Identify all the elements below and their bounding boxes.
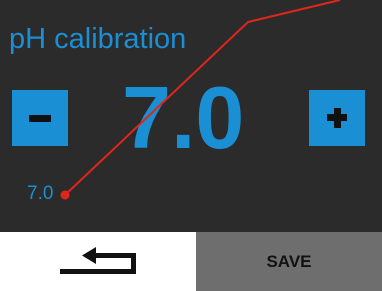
return-arrow-icon bbox=[60, 247, 136, 274]
back-button[interactable] bbox=[0, 232, 190, 291]
calibration-value: 7.0 bbox=[122, 68, 245, 167]
increase-button[interactable] bbox=[309, 90, 365, 146]
current-reading: 7.0 bbox=[27, 183, 54, 204]
save-button-label: SAVE bbox=[266, 252, 312, 271]
calibration-screen: pH calibration 7.0 7.0 SAVE bbox=[0, 0, 382, 291]
page-title: pH calibration bbox=[9, 23, 187, 55]
minus-icon bbox=[29, 115, 51, 122]
display-panel: pH calibration 7.0 7.0 bbox=[0, 0, 382, 232]
save-button[interactable]: SAVE bbox=[196, 232, 382, 291]
decrease-button[interactable] bbox=[12, 90, 68, 146]
